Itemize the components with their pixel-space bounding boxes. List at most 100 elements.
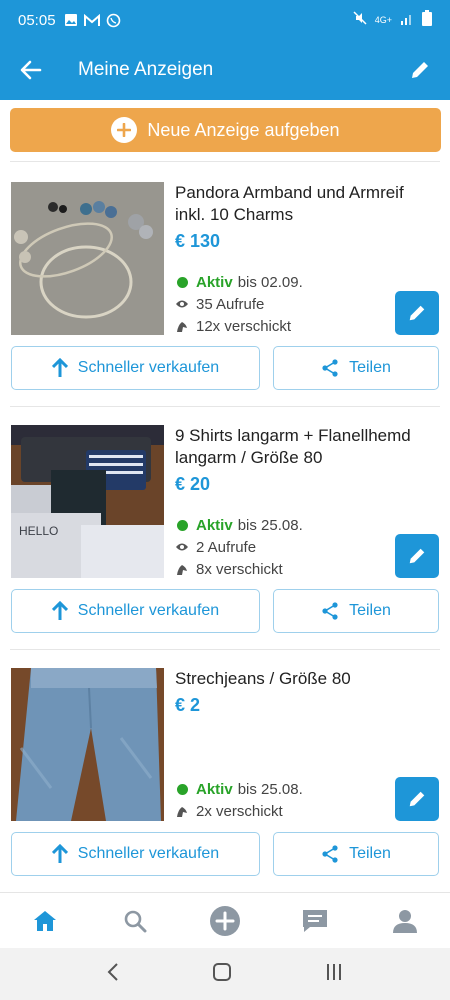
sent-count: 2x verschickt <box>196 802 283 820</box>
sent-row: 12x verschickt <box>175 315 385 337</box>
arrow-up-icon <box>51 844 68 863</box>
app-bar: Meine Anzeigen <box>0 40 450 100</box>
listing-title[interactable]: Strechjeans / Größe 80 <box>175 668 437 690</box>
pencil-icon <box>409 548 425 564</box>
messages-icon <box>303 909 327 932</box>
share-icon <box>322 602 338 620</box>
add-icon <box>210 905 240 936</box>
nav-profile[interactable] <box>375 893 435 949</box>
signal-icon <box>400 12 414 29</box>
sell-faster-label: Schneller verkaufen <box>77 359 220 376</box>
arrow-up-icon <box>51 601 68 620</box>
recents-icon <box>327 963 341 980</box>
bottom-navigation <box>0 892 450 948</box>
share-button[interactable]: Teilen <box>273 832 439 876</box>
new-ad-label: Neue Anzeige aufgeben <box>147 119 340 140</box>
edit-listing-button[interactable] <box>395 777 439 821</box>
battery-icon <box>422 10 432 30</box>
views-row: 2 Aufrufe <box>175 536 385 558</box>
edit-listing-button[interactable] <box>395 291 439 335</box>
status-badge: Aktiv <box>196 273 233 291</box>
sent-row: 2x verschickt <box>175 800 385 822</box>
eye-icon <box>175 542 189 552</box>
mail-notification-icon <box>83 13 100 27</box>
system-back-button[interactable] <box>106 962 120 986</box>
edit-listing-button[interactable] <box>395 534 439 578</box>
status-bar: 05:05 4G+ <box>0 0 450 40</box>
divider <box>10 161 440 162</box>
status-badge: Aktiv <box>196 780 233 798</box>
active-dot-icon <box>176 276 188 288</box>
new-ad-button[interactable]: Neue Anzeige aufgeben <box>10 108 441 152</box>
listing-price: € 20 <box>175 474 211 494</box>
network-type: 4G+ <box>374 15 392 25</box>
views-count: 35 Aufrufe <box>196 295 265 313</box>
chevron-left-icon <box>107 962 118 981</box>
pencil-icon <box>409 305 425 321</box>
mute-icon <box>353 11 367 29</box>
listing-photo[interactable] <box>11 182 164 335</box>
active-dot-icon <box>176 783 188 795</box>
home-square-icon <box>213 962 231 981</box>
listing-title[interactable]: 9 Shirts langarm + Flanellhemd langarm /… <box>175 425 437 469</box>
share-label: Teilen <box>349 845 391 862</box>
listing-photo[interactable] <box>11 668 164 821</box>
expiry-date: bis 25.08. <box>237 780 303 798</box>
sent-count: 8x verschickt <box>196 560 283 578</box>
search-icon <box>124 910 147 932</box>
share-label: Teilen <box>349 359 391 376</box>
views-count: 2 Aufrufe <box>196 538 257 556</box>
pencil-icon <box>409 791 425 807</box>
status-row: Aktiv bis 02.09. <box>175 271 385 293</box>
profile-icon <box>393 909 417 933</box>
divider <box>10 406 440 407</box>
sell-faster-button[interactable]: Schneller verkaufen <box>11 832 260 876</box>
sell-faster-button[interactable]: Schneller verkaufen <box>11 346 260 390</box>
divider <box>10 649 440 650</box>
expiry-date: bis 02.09. <box>237 273 303 291</box>
status-row: Aktiv bis 25.08. <box>175 514 385 536</box>
system-navigation <box>0 948 450 1000</box>
status-row: Aktiv bis 25.08. <box>175 778 385 800</box>
share-icon <box>322 359 338 377</box>
active-dot-icon <box>176 519 188 531</box>
nav-add[interactable] <box>195 893 255 949</box>
eye-icon <box>175 299 189 309</box>
whatsapp-notification-icon <box>106 13 121 28</box>
share-count-icon <box>175 563 189 576</box>
system-recents-button[interactable] <box>324 963 344 986</box>
svg-text:HELLO: HELLO <box>19 524 58 538</box>
listing-photo[interactable]: HELLO <box>11 425 164 578</box>
home-icon <box>34 910 56 931</box>
share-button[interactable]: Teilen <box>273 346 439 390</box>
share-button[interactable]: Teilen <box>273 589 439 633</box>
status-badge: Aktiv <box>196 516 233 534</box>
page-title: Meine Anzeigen <box>78 59 214 80</box>
views-row: 35 Aufrufe <box>175 293 385 315</box>
share-count-icon <box>175 805 189 818</box>
sent-row: 8x verschickt <box>175 558 385 580</box>
sell-faster-label: Schneller verkaufen <box>77 845 220 862</box>
sell-faster-button[interactable]: Schneller verkaufen <box>11 589 260 633</box>
listing-price: € 130 <box>175 231 221 251</box>
pencil-icon <box>412 62 428 78</box>
listing-price: € 2 <box>175 695 201 715</box>
edit-mode-button[interactable] <box>390 40 450 100</box>
share-count-icon <box>175 320 189 333</box>
sell-faster-label: Schneller verkaufen <box>77 602 220 619</box>
listing-title[interactable]: Pandora Armband und Armreif inkl. 10 Cha… <box>175 182 437 226</box>
arrow-up-icon <box>51 358 68 377</box>
gallery-notification-icon <box>64 13 78 27</box>
nav-search[interactable] <box>105 893 165 949</box>
share-label: Teilen <box>349 602 391 619</box>
share-icon <box>322 845 338 863</box>
status-time: 05:05 <box>18 11 56 29</box>
nav-messages[interactable] <box>285 893 345 949</box>
sent-count: 12x verschickt <box>196 317 292 335</box>
system-home-button[interactable] <box>212 962 232 987</box>
plus-circle-icon <box>111 117 138 143</box>
nav-home[interactable] <box>15 893 75 949</box>
expiry-date: bis 25.08. <box>237 516 303 534</box>
back-button[interactable] <box>0 40 62 100</box>
arrow-left-icon <box>20 60 42 80</box>
